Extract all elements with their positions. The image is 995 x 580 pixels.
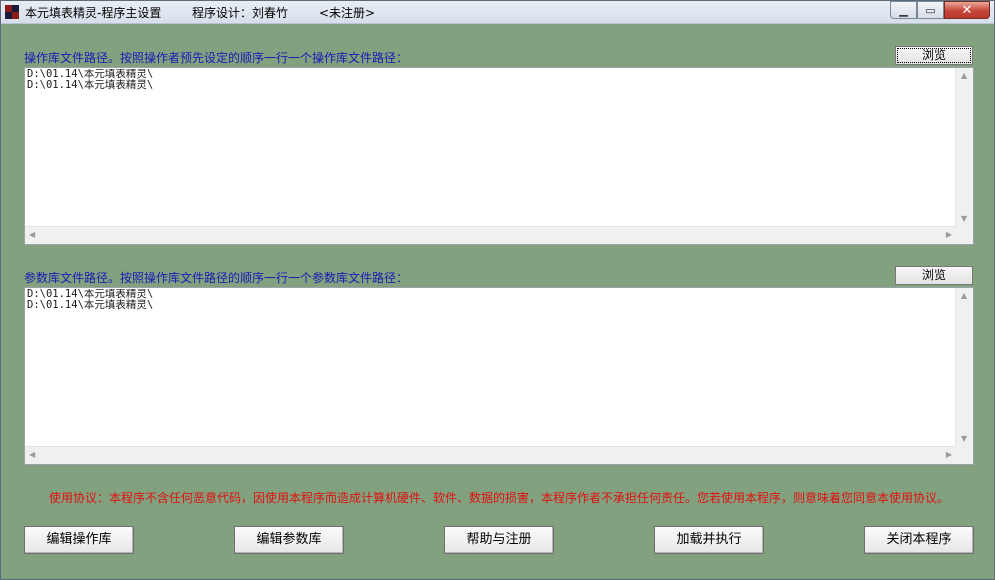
scroll-up-icon[interactable]: ▲ [961,292,967,300]
parameter-path-textarea[interactable]: D:\01.14\本元填表精灵\ D:\01.14\本元填表精灵\ ▲ ▼ ◀ … [24,287,974,465]
parameter-path-content[interactable]: D:\01.14\本元填表精灵\ D:\01.14\本元填表精灵\ [26,289,956,447]
app-grid-icon[interactable] [5,5,19,19]
load-execute-button[interactable]: 加载并执行 [654,526,764,554]
designer-credit: 程序设计：刘春竹 [192,6,289,20]
parameter-path-label: 参数库文件路径。按照操作库文件路径的顺序一行一个参数库文件路径： [24,271,409,285]
operation-horizontal-scrollbar[interactable]: ◀ ▶ [25,226,956,244]
scroll-down-icon[interactable]: ▼ [961,435,967,443]
help-register-button[interactable]: 帮助与注册 [444,526,554,554]
operation-path-label: 操作库文件路径。按照操作者预先设定的顺序一行一个操作库文件路径： [24,51,409,65]
edit-parameter-button[interactable]: 编辑参数库 [234,526,344,554]
title-bar[interactable]: 本元填表精灵-程序主设置 程序设计：刘春竹 <未注册> ▁ ▭ ✕ [1,1,994,24]
close-icon[interactable]: ✕ [944,1,990,19]
scroll-down-icon[interactable]: ▼ [961,215,967,223]
registration-status: <未注册> [319,6,376,20]
close-program-button[interactable]: 关闭本程序 [864,526,974,554]
parameter-vertical-scrollbar[interactable]: ▲ ▼ [955,288,973,447]
scroll-up-icon[interactable]: ▲ [961,72,967,80]
usage-agreement-notice: 使用协议：本程序不含任何恶意代码，因使用本程序而造成计算机硬件、软件、数据的损害… [49,491,950,505]
window-title: 本元填表精灵-程序主设置 [25,6,162,20]
scroll-corner [956,447,973,464]
scroll-right-icon[interactable]: ▶ [946,231,952,239]
operation-vertical-scrollbar[interactable]: ▲ ▼ [955,68,973,227]
main-settings-window: 本元填表精灵-程序主设置 程序设计：刘春竹 <未注册> ▁ ▭ ✕ 操作库文件路… [0,0,995,580]
operation-browse-button[interactable]: 浏览 [895,46,973,65]
minimize-icon[interactable]: ▁ [890,1,917,19]
scroll-corner [956,227,973,244]
maximize-icon[interactable]: ▭ [917,1,944,19]
parameter-browse-button[interactable]: 浏览 [895,266,973,285]
parameter-horizontal-scrollbar[interactable]: ◀ ▶ [25,446,956,464]
operation-path-textarea[interactable]: D:\01.14\本元填表精灵\ D:\01.14\本元填表精灵\ ▲ ▼ ◀ … [24,67,974,245]
scroll-left-icon[interactable]: ◀ [29,231,35,239]
operation-path-content[interactable]: D:\01.14\本元填表精灵\ D:\01.14\本元填表精灵\ [26,69,956,227]
edit-operation-button[interactable]: 编辑操作库 [24,526,134,554]
scroll-left-icon[interactable]: ◀ [29,451,35,459]
window-controls: ▁ ▭ ✕ [890,1,990,19]
scroll-right-icon[interactable]: ▶ [946,451,952,459]
